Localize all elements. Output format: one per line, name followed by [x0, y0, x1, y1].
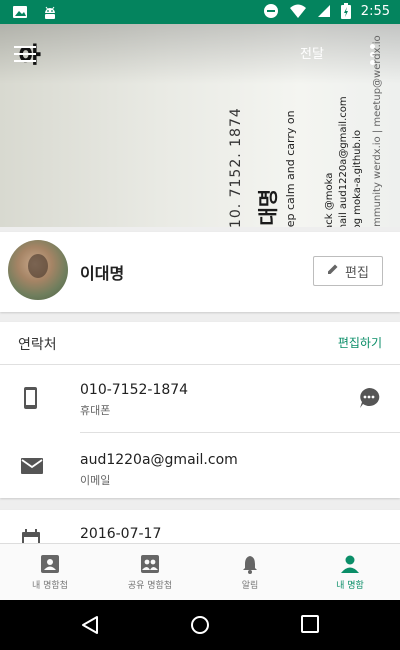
profile-name: 이대명	[80, 264, 125, 283]
nav-label: 내 명함	[336, 581, 364, 591]
card-email-text: Email aud1220a@gmail.com	[338, 96, 349, 227]
avatar[interactable]	[8, 240, 68, 300]
profile-card: 이대명 편집	[0, 232, 400, 312]
divider	[80, 432, 400, 433]
shared-book-icon	[100, 554, 200, 574]
contact-section-title: 연락처	[18, 337, 57, 353]
card-blog-text: Blog moka-a.github.io	[352, 130, 363, 227]
phone-number: 010-7152-1874	[80, 382, 189, 398]
back-icon[interactable]	[80, 615, 100, 635]
wifi-icon	[289, 3, 307, 19]
status-time: 2:55	[360, 3, 390, 19]
divider	[0, 364, 400, 365]
menu-icon[interactable]	[14, 46, 36, 67]
bottom-navigation: 내 명함첩 공유 명함첩 알림 내 명함	[0, 543, 400, 601]
nav-notifications[interactable]: 알림	[200, 544, 300, 601]
contact-section: 연락처 편집하기 010-7152-1874 휴대폰 aud1220a@gmai…	[0, 322, 400, 498]
home-icon[interactable]	[190, 615, 210, 635]
person-icon	[300, 554, 400, 574]
card-name-text: 이대명	[256, 188, 280, 227]
battery-icon	[340, 3, 351, 19]
bell-icon	[200, 554, 300, 574]
android-icon	[42, 4, 58, 24]
nav-shared-card-book[interactable]: 공유 명함첩	[100, 544, 200, 601]
image-notification-icon	[12, 4, 28, 24]
nav-label: 내 명함첩	[32, 581, 68, 591]
signal-icon	[317, 4, 331, 18]
pencil-icon	[327, 263, 339, 279]
email-address: aud1220a@gmail.com	[80, 452, 238, 468]
date-value: 2016-07-17	[80, 526, 162, 542]
edit-button[interactable]: 편집	[313, 256, 383, 286]
message-icon[interactable]	[358, 387, 380, 413]
card-slack-text: Slack @moka	[324, 172, 335, 227]
mobile-phone-icon	[20, 386, 42, 414]
contact-edit-link[interactable]: 편집하기	[338, 334, 382, 351]
nav-my-card-book[interactable]: 내 명함첩	[0, 544, 100, 601]
nav-label: 알림	[241, 581, 259, 591]
forward-button[interactable]: 전달	[300, 43, 324, 62]
edit-button-label: 편집	[345, 265, 369, 281]
nav-label: 공유 명함첩	[127, 581, 173, 591]
business-card-image[interactable]: ㅎ 전달 010. 7152. 1874 이대명 keep calm and c…	[0, 24, 400, 227]
recent-apps-icon[interactable]	[301, 615, 319, 633]
phone-type-label: 휴대폰	[80, 404, 111, 417]
contact-book-icon	[0, 554, 100, 574]
nav-my-card[interactable]: 내 명함	[300, 544, 400, 601]
status-bar: 2:55	[0, 0, 400, 24]
card-motto-text: keep calm and carry on	[284, 110, 297, 227]
email-type-label: 이메일	[80, 474, 111, 487]
do-not-disturb-icon	[263, 3, 279, 19]
card-community-text: Community werdx.io | meetup@werdx.io	[372, 35, 383, 227]
system-navigation-bar	[0, 600, 400, 650]
email-icon	[20, 456, 44, 480]
card-phone-text: 010. 7152. 1874	[228, 107, 244, 227]
